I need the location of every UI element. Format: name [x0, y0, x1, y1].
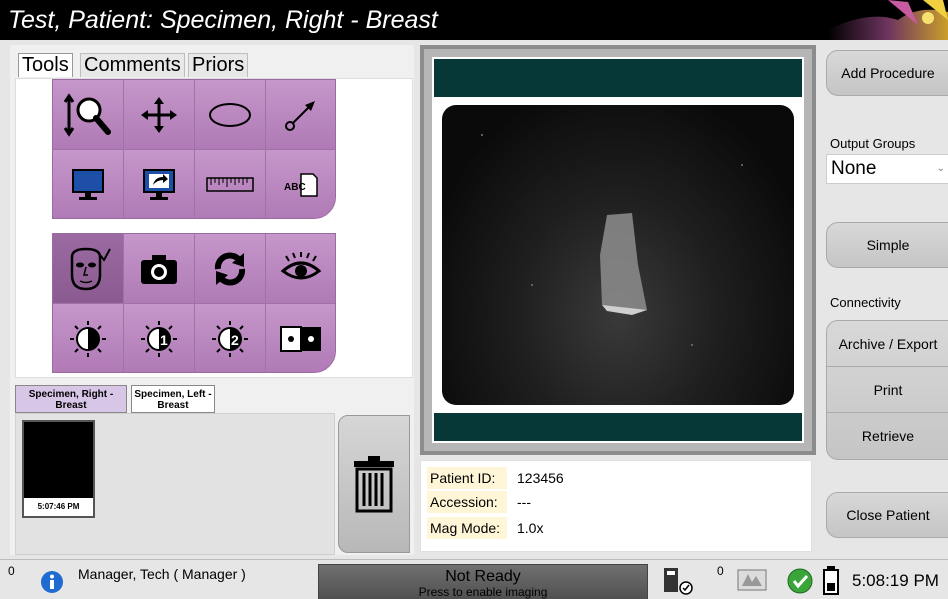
patient-info: Patient ID: 123456 Accession: --- Mag Mo… [420, 460, 812, 552]
tool-block-annotation: ABC [52, 79, 336, 219]
window-level-icon [70, 320, 106, 357]
status-ok-icon[interactable] [786, 567, 814, 595]
accession-label: Accession: [427, 491, 507, 513]
monitor-icon [72, 168, 104, 200]
camera-icon [141, 254, 177, 284]
mag-mode-value: 1.0x [517, 520, 544, 536]
send-monitor-tool-button[interactable] [124, 150, 195, 218]
send-monitor-icon [143, 168, 175, 200]
user-label: Manager, Tech ( Manager ) [78, 566, 246, 582]
tab-specimen-left[interactable]: Specimen, Left - Breast [131, 385, 215, 413]
window-level-2-icon: 2 [212, 320, 248, 357]
patient-id-label: Patient ID: [427, 467, 507, 489]
face-review-tool-button[interactable] [53, 234, 124, 304]
tools-area: ABC 1 2 [15, 78, 413, 378]
viewer-frame [432, 57, 804, 443]
add-procedure-button[interactable]: Add Procedure [826, 50, 948, 96]
eye-tool-button[interactable] [266, 234, 335, 304]
archive-export-button[interactable]: Archive / Export [827, 321, 948, 367]
output-queue-icon[interactable] [734, 566, 770, 594]
specimen-image [442, 105, 794, 405]
refresh-tool-button[interactable] [195, 234, 266, 304]
ruler-tool-button[interactable] [195, 150, 266, 218]
output-groups-label: Output Groups [830, 136, 916, 151]
text-tool-label: ABC [284, 182, 306, 193]
ellipse-tool-button[interactable] [195, 80, 266, 150]
mag-mode-label: Mag Mode: [427, 517, 507, 539]
status-bar: 0 Manager, Tech ( Manager ) Not Ready Pr… [0, 559, 948, 599]
arrow-icon [285, 100, 315, 131]
not-ready-sublabel: Press to enable imaging [418, 585, 548, 599]
retrieve-button[interactable]: Retrieve [827, 413, 948, 459]
window-level-tool-button[interactable] [53, 304, 124, 372]
image-thumbnail[interactable]: 5:07:46 PM [22, 420, 95, 518]
right-count: 0 [717, 564, 724, 578]
connectivity-group: Archive / Export Print Retrieve [826, 320, 948, 460]
window-level-2-label: 2 [231, 332, 239, 348]
patient-title: Test, Patient: Specimen, Right - Breast [8, 6, 438, 34]
thumbnail-time: 5:07:46 PM [24, 498, 93, 516]
battery-icon[interactable] [822, 565, 840, 595]
image-viewer [420, 45, 816, 455]
face-review-icon [70, 247, 111, 290]
camera-tool-button[interactable] [124, 234, 195, 304]
window-level-1-label: 1 [160, 332, 168, 348]
window-level-1-tool-button[interactable]: 1 [124, 304, 195, 372]
simple-button[interactable]: Simple [826, 222, 948, 268]
window-level-1-icon: 1 [141, 320, 177, 357]
refresh-icon [214, 252, 246, 285]
arrow-tool-button[interactable] [266, 80, 335, 150]
thumbnail-area: 5:07:46 PM [15, 413, 335, 555]
monitor-tool-button[interactable] [53, 150, 124, 218]
title-bar: Test, Patient: Specimen, Right - Breast [0, 0, 948, 40]
connectivity-label: Connectivity [830, 295, 901, 310]
tab-tools[interactable]: Tools [18, 53, 73, 77]
not-ready-label: Not Ready [445, 568, 521, 585]
tab-priors[interactable]: Priors [188, 53, 249, 77]
left-panel: Tools Comments Priors ABC 1 2 Specimen, … [10, 45, 414, 555]
zoom-tool-button[interactable] [53, 80, 124, 150]
info-icon[interactable] [40, 570, 64, 594]
image-pane[interactable] [434, 97, 802, 413]
output-groups-value: None [831, 158, 877, 179]
ellipse-icon [209, 102, 251, 127]
pan-tool-button[interactable] [124, 80, 195, 150]
eye-icon [280, 251, 322, 279]
window-level-2-tool-button[interactable]: 2 [195, 304, 266, 372]
tool-block-image: 1 2 [52, 233, 336, 373]
ruler-icon [206, 176, 254, 192]
text-annotation-icon: ABC [284, 172, 318, 197]
specimen-shape [481, 134, 743, 346]
chevron-down-icon: ⌄ [936, 163, 945, 174]
close-patient-button[interactable]: Close Patient [826, 492, 948, 538]
trash-icon [354, 456, 394, 513]
detector-status-icon[interactable] [660, 566, 696, 596]
pan-icon [141, 96, 177, 133]
accession-value: --- [517, 494, 531, 510]
invert-icon [280, 325, 321, 352]
right-panel: Add Procedure Output Groups None ⌄ Simpl… [818, 44, 948, 556]
text-annotation-tool-button[interactable]: ABC [266, 150, 335, 218]
tab-comments[interactable]: Comments [80, 53, 185, 77]
left-count: 0 [8, 564, 15, 578]
patient-id-value: 123456 [517, 470, 564, 486]
invert-tool-button[interactable] [266, 304, 335, 372]
clock: 5:08:19 PM [852, 571, 939, 590]
magnify-icon [63, 92, 111, 137]
flower-logo [828, 0, 948, 40]
not-ready-button[interactable]: Not Ready Press to enable imaging [318, 564, 648, 599]
delete-button[interactable] [338, 415, 410, 553]
tab-specimen-right[interactable]: Specimen, Right - Breast [15, 385, 127, 413]
output-groups-select[interactable]: None ⌄ [826, 154, 948, 184]
print-button[interactable]: Print [827, 367, 948, 413]
